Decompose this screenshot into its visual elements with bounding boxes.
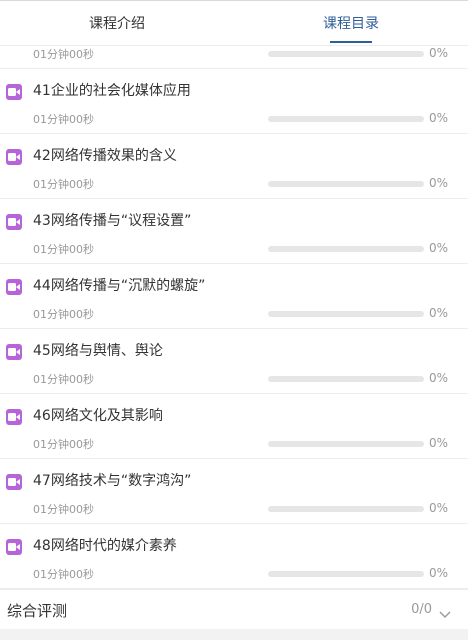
lesson-progress-percent: 0% (428, 306, 448, 320)
lesson-title: 42网络传播效果的含义 (33, 148, 177, 164)
lesson-item[interactable]: 41企业的社会化媒体应用 01分钟00秒 0% (0, 69, 468, 134)
video-camera-icon (6, 344, 22, 360)
lesson-item[interactable]: 46网络文化及其影响 01分钟00秒 0% (0, 394, 468, 459)
lesson-progress-percent: 0% (428, 46, 448, 60)
course-tabs: 课程介绍 课程目录 (0, 0, 468, 46)
lesson-progress-bar (268, 246, 424, 252)
lesson-duration: 01分钟00秒 (33, 308, 94, 321)
lesson-progress-percent: 0% (428, 566, 448, 580)
lesson-item[interactable]: 42网络传播效果的含义 01分钟00秒 0% (0, 134, 468, 199)
tab-label: 课程目录 (323, 16, 379, 32)
comprehensive-evaluation-row[interactable]: 综合评测 0/0 (0, 589, 468, 629)
lesson-item[interactable]: 48网络时代的媒介素养 01分钟00秒 0% (0, 524, 468, 589)
lesson-progress-percent: 0% (428, 176, 448, 190)
lesson-duration: 01分钟00秒 (33, 438, 94, 451)
lesson-duration: 01分钟00秒 (33, 243, 94, 256)
lesson-progress-percent: 0% (428, 436, 448, 450)
tab-course-catalog[interactable]: 课程目录 (234, 1, 468, 45)
lesson-duration: 01分钟00秒 (33, 178, 94, 191)
lesson-title: 44网络传播与“沉默的螺旋” (33, 278, 206, 294)
lesson-progress-bar (268, 181, 424, 187)
video-camera-icon (6, 279, 22, 295)
lesson-duration: 01分钟00秒 (33, 568, 94, 581)
summary-count: 0/0 (411, 602, 432, 617)
lesson-progress-bar (268, 571, 424, 577)
summary-label: 综合评测 (7, 602, 68, 620)
video-camera-icon (6, 149, 22, 165)
lesson-duration: 01分钟00秒 (33, 48, 94, 61)
lesson-progress-percent: 0% (428, 111, 448, 125)
lesson-progress-bar (268, 376, 424, 382)
lesson-progress-percent: 0% (428, 241, 448, 255)
lesson-progress-bar (268, 441, 424, 447)
video-camera-icon (6, 474, 22, 490)
chevron-down-icon (439, 604, 451, 623)
lesson-item[interactable]: 44网络传播与“沉默的螺旋” 01分钟00秒 0% (0, 264, 468, 329)
lesson-title: 48网络时代的媒介素养 (33, 538, 177, 554)
lesson-progress-bar (268, 116, 424, 122)
lesson-progress-bar (268, 311, 424, 317)
lesson-item[interactable]: 45网络与舆情、舆论 01分钟00秒 0% (0, 329, 468, 394)
lesson-duration: 01分钟00秒 (33, 113, 94, 126)
video-camera-icon (6, 409, 22, 425)
tab-label: 课程介绍 (89, 16, 145, 32)
tab-course-intro[interactable]: 课程介绍 (0, 1, 234, 45)
lesson-progress-bar (268, 506, 424, 512)
lesson-title: 46网络文化及其影响 (33, 408, 163, 424)
lesson-title: 43网络传播与“议程设置” (33, 213, 192, 229)
lesson-progress-percent: 0% (428, 501, 448, 515)
lesson-title: 41企业的社会化媒体应用 (33, 83, 191, 99)
video-camera-icon (6, 214, 22, 230)
lesson-list: 01分钟00秒 0% 41企业的社会化媒体应用 01分钟00秒 0% 42网络传播效果的含… (0, 4, 468, 589)
video-camera-icon (6, 539, 22, 555)
video-camera-icon (6, 84, 22, 100)
lesson-duration: 01分钟00秒 (33, 373, 94, 386)
lesson-item[interactable]: 47网络技术与“数字鸿沟” 01分钟00秒 0% (0, 459, 468, 524)
lesson-progress-percent: 0% (428, 371, 448, 385)
lesson-progress-bar (268, 51, 424, 57)
lesson-item[interactable]: 43网络传播与“议程设置” 01分钟00秒 0% (0, 199, 468, 264)
lesson-duration: 01分钟00秒 (33, 503, 94, 516)
lesson-title: 45网络与舆情、舆论 (33, 343, 163, 359)
lesson-title: 47网络技术与“数字鸿沟” (33, 473, 192, 489)
